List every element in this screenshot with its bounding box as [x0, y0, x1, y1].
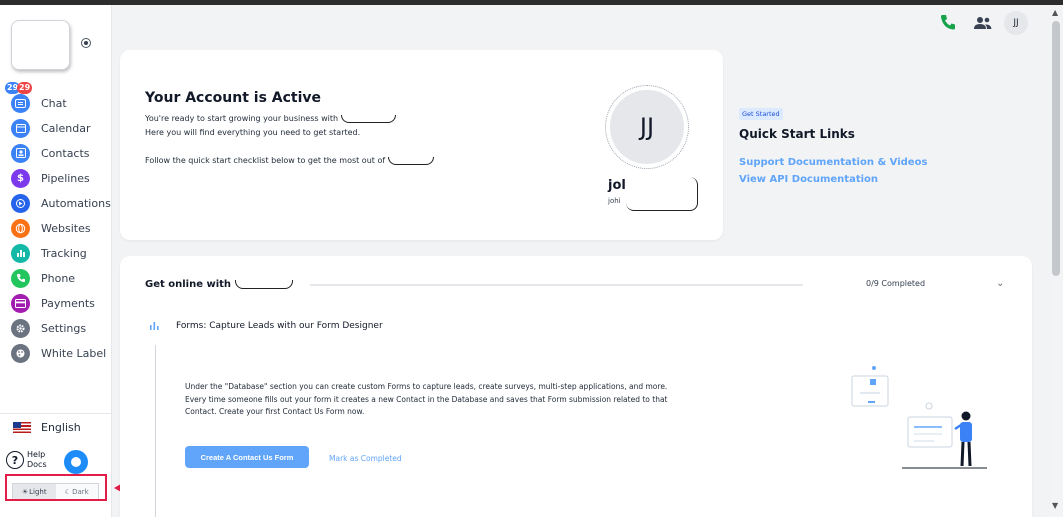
account-title: Your Account is Active	[145, 90, 322, 106]
sidebar-item-settings[interactable]: Settings	[11, 318, 86, 338]
onboarding-checklist-card: Get online with 0/9 Completed ⌄ Forms: C…	[120, 256, 1032, 517]
chevron-down-icon[interactable]: ⌄	[996, 278, 1004, 289]
checklist-progress-bar	[310, 284, 803, 286]
page-scrollbar[interactable]: ▲ ▼	[1050, 5, 1063, 517]
redacted-company-name	[340, 114, 396, 123]
help-docs-link[interactable]: ? Help Docs	[6, 450, 47, 470]
question-icon: ?	[6, 451, 24, 469]
location-switcher-icon[interactable]	[81, 38, 91, 48]
checklist-header: Get online with	[145, 279, 293, 290]
window-top-bar	[0, 0, 1063, 5]
mark-completed-link[interactable]: Mark as Completed	[329, 454, 402, 463]
sidebar-item-white-label[interactable]: White Label	[11, 343, 106, 363]
scroll-down-icon[interactable]: ▼	[1052, 501, 1058, 510]
sidebar-item-automations[interactable]: Automations	[11, 193, 111, 213]
sidebar-item-label: White Label	[41, 346, 107, 360]
scrollbar-thumb[interactable]	[1052, 21, 1060, 276]
redacted-company-name	[387, 156, 434, 165]
contacts-icon	[11, 143, 30, 163]
api-docs-link[interactable]: View API Documentation	[739, 174, 878, 185]
us-flag-icon	[13, 422, 31, 433]
quick-start-title: Quick Start Links	[739, 127, 855, 141]
sidebar-item-phone[interactable]: Phone	[11, 268, 75, 288]
task-title[interactable]: Forms: Capture Leads with our Form Desig…	[176, 321, 383, 331]
sidebar-item-label: Tracking	[41, 246, 87, 260]
sidebar-item-payments[interactable]: Payments	[11, 293, 95, 313]
sidebar-item-label: Contacts	[41, 146, 90, 160]
user-name: jol	[608, 178, 626, 193]
help-label-line1: Help	[27, 450, 46, 459]
notification-count-badge: 29	[17, 81, 33, 94]
scroll-up-icon[interactable]: ▲	[1052, 8, 1058, 17]
sidebar: 29 29 Chat Calendar Contacts $ Pipelines…	[0, 5, 112, 517]
account-intro-line: You're ready to start growing your busin…	[145, 114, 396, 123]
sidebar-item-label: Phone	[41, 271, 76, 285]
task-description: Under the "Database" section you can cre…	[185, 382, 668, 416]
help-label-line2: Docs	[27, 460, 47, 469]
redacted-user-details	[626, 177, 698, 211]
globe-icon	[11, 218, 30, 238]
sidebar-item-label: Settings	[41, 321, 87, 335]
help-docs-label: Help Docs	[27, 450, 47, 470]
language-label: English	[41, 421, 81, 434]
sidebar-item-label: Pipelines	[41, 171, 90, 185]
phone-icon	[11, 268, 30, 288]
sidebar-item-contacts[interactable]: Contacts	[11, 143, 90, 163]
sidebar-item-pipelines[interactable]: $ Pipelines	[11, 168, 90, 188]
sidebar-item-calendar[interactable]: Calendar	[11, 118, 90, 138]
user-avatar-button[interactable]: JJ	[1004, 11, 1028, 35]
sidebar-item-label: Websites	[41, 221, 91, 235]
sidebar-item-chat[interactable]: 29 29 Chat	[5, 81, 67, 113]
sidebar-item-label: Calendar	[41, 121, 91, 135]
sidebar-item-tracking[interactable]: Tracking	[11, 243, 87, 263]
checklist-title: Get online with	[145, 279, 232, 290]
create-contact-form-button[interactable]: Create A Contact Us Form	[185, 446, 309, 468]
sidebar-item-label: Automations	[41, 196, 111, 210]
automation-icon	[11, 193, 30, 213]
support-docs-link[interactable]: Support Documentation & Videos	[739, 157, 927, 168]
sidebar-item-label: Payments	[41, 296, 95, 310]
chart-bars-icon	[150, 321, 159, 333]
phone-icon[interactable]	[939, 13, 957, 31]
profile-avatar: JJ	[605, 85, 689, 169]
card-icon	[11, 293, 30, 313]
user-email: johi	[608, 197, 621, 205]
sidebar-item-label: Chat	[41, 96, 67, 110]
language-selector[interactable]: English	[13, 421, 81, 434]
account-line-3: Follow the quick start checklist below t…	[145, 156, 386, 165]
annotation-highlight-box	[5, 474, 107, 501]
account-followup-line: Follow the quick start checklist below t…	[145, 156, 434, 165]
calendar-icon	[11, 118, 30, 138]
chat-widget-button[interactable]	[64, 450, 88, 474]
task-timeline-line	[155, 345, 156, 517]
sidebar-divider	[0, 413, 112, 414]
company-logo-placeholder[interactable]	[11, 20, 70, 70]
checklist-progress-text: 0/9 Completed	[866, 279, 926, 288]
chat-icon: 29 29	[5, 81, 33, 113]
gear-icon	[11, 318, 30, 338]
redacted-company-name	[234, 279, 293, 289]
account-status-card: Your Account is Active You're ready to s…	[120, 50, 723, 240]
team-icon[interactable]	[973, 15, 993, 31]
account-line-1: You're ready to start growing your busin…	[145, 114, 339, 123]
account-line-2: Here you will find everything you need t…	[145, 128, 361, 137]
dollar-icon: $	[11, 168, 30, 188]
sidebar-item-websites[interactable]: Websites	[11, 218, 91, 238]
form-designer-illustration	[851, 366, 987, 469]
palette-icon	[11, 343, 30, 363]
chart-bars-icon	[11, 243, 30, 263]
get-started-badge: Get Started	[739, 108, 783, 120]
